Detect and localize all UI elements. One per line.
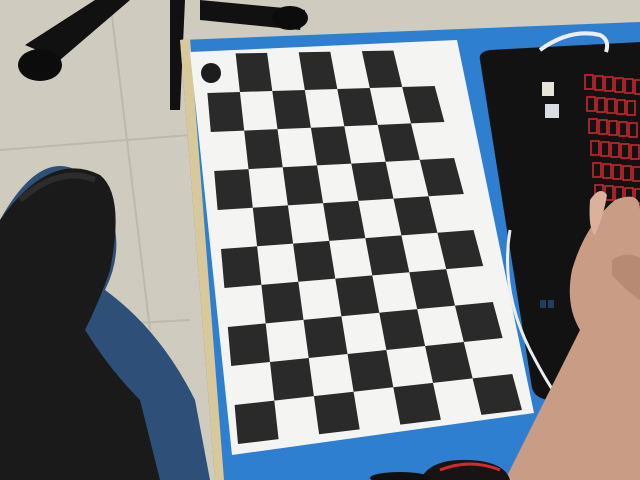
board-dark-square bbox=[282, 165, 324, 206]
board-dark-square bbox=[393, 382, 441, 425]
board-dark-square bbox=[379, 309, 426, 350]
board-dark-square bbox=[214, 169, 253, 210]
board-dark-square bbox=[272, 90, 311, 130]
board-dark-square bbox=[313, 391, 360, 435]
status-led bbox=[548, 300, 554, 308]
board-dark-square bbox=[310, 126, 352, 166]
board-dark-square bbox=[335, 275, 380, 317]
board-dark-square bbox=[207, 92, 245, 132]
board-dark-square bbox=[261, 281, 304, 324]
board-dark-square bbox=[227, 323, 270, 366]
board-dark-square bbox=[235, 52, 273, 92]
board-dark-square bbox=[270, 358, 314, 401]
board-dark-square bbox=[252, 205, 294, 247]
board-dark-square bbox=[293, 240, 336, 282]
board-dark-square bbox=[323, 200, 366, 241]
board-dark-square bbox=[221, 246, 262, 288]
camera-photo bbox=[0, 0, 640, 480]
board-dark-square bbox=[347, 350, 394, 392]
board-dark-square bbox=[303, 316, 348, 358]
round-black-sticker bbox=[201, 63, 221, 83]
laptop-sticker bbox=[542, 82, 554, 96]
board-dark-square bbox=[234, 400, 279, 444]
status-led bbox=[540, 300, 546, 308]
board-dark-square bbox=[244, 129, 283, 170]
laptop-sticker bbox=[545, 104, 559, 118]
